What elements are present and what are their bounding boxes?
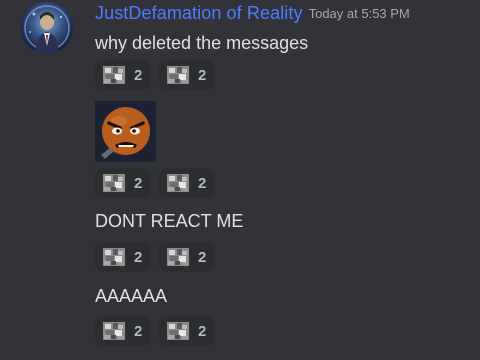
reaction-count: 2 [198,174,207,192]
reaction-count: 2 [198,66,207,84]
reaction-button[interactable]: 2 [159,316,215,346]
avatar-portrait-icon [24,5,70,54]
reaction-button[interactable]: 2 [159,168,215,198]
pixel-cat-emoji-icon [167,66,189,84]
reaction-row: 2 2 [95,316,215,346]
pixel-cat-emoji-icon [103,322,125,340]
angry-face-sticker[interactable] [95,101,156,162]
reaction-count: 2 [134,66,143,84]
angry-face-icon [95,101,156,162]
reaction-count: 2 [198,248,207,266]
message-text: DONT REACT ME [95,211,244,231]
reaction-button[interactable]: 2 [95,168,151,198]
message-header: JustDefamation of Reality Today at 5:53 P… [95,3,410,24]
message-group: JustDefamation of Reality Today at 5:53 P… [0,0,480,360]
pixel-cat-emoji-icon [103,66,125,84]
reaction-button[interactable]: 2 [95,60,151,90]
pixel-cat-emoji-icon [103,248,125,266]
avatar[interactable] [21,2,73,54]
reaction-count: 2 [198,322,207,340]
reaction-button[interactable]: 2 [95,316,151,346]
message-text: why deleted the messages [95,33,309,53]
pixel-cat-emoji-icon [103,174,125,192]
pixel-cat-emoji-icon [167,174,189,192]
reaction-button[interactable]: 2 [159,60,215,90]
timestamp[interactable]: Today at 5:53 PM [309,6,410,21]
pixel-cat-emoji-icon [167,322,189,340]
username[interactable]: JustDefamation of Reality [95,3,303,23]
reaction-count: 2 [134,174,143,192]
reaction-row: 2 2 [95,242,215,272]
pixel-cat-emoji-icon [167,248,189,266]
reaction-row: 2 2 [95,60,215,90]
reaction-count: 2 [134,322,143,340]
message-text: AAAAAA [95,286,168,306]
reaction-row: 2 2 [95,168,215,198]
reaction-button[interactable]: 2 [95,242,151,272]
reaction-button[interactable]: 2 [159,242,215,272]
reaction-count: 2 [134,248,143,266]
